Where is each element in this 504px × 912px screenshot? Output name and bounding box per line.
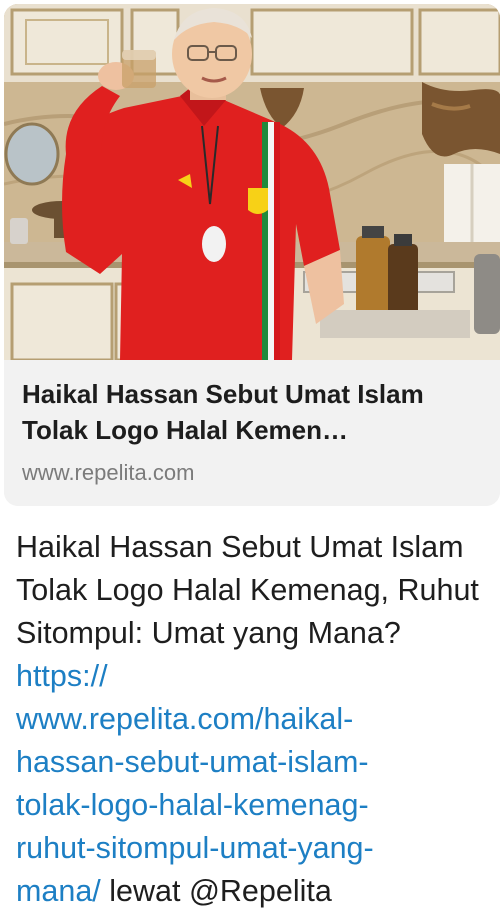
- message-text-after-link: lewat @Repelita: [109, 874, 332, 908]
- message-link-part-6[interactable]: mana/: [16, 874, 101, 908]
- message-link-part-3[interactable]: hassan-sebut-umat-islam-: [16, 745, 369, 779]
- message-link-part-4[interactable]: tolak-logo-halal-kemenag-: [16, 788, 369, 822]
- message-link-part-2[interactable]: www.repelita.com/haikal-: [16, 702, 353, 736]
- link-preview-title[interactable]: Haikal Hassan Sebut Umat Islam Tolak Log…: [22, 376, 492, 448]
- message-link[interactable]: https:// www.repelita.com/haikal-hassan-s…: [16, 659, 374, 908]
- link-preview-image[interactable]: [4, 4, 500, 360]
- message-link-part-1[interactable]: https://: [16, 659, 108, 693]
- message-link-part-5[interactable]: ruhut-sitompul-umat-yang-: [16, 831, 374, 865]
- link-preview-domain: www.repelita.com: [22, 460, 195, 485]
- chat-page: Haikal Hassan Sebut Umat Islam Tolak Log…: [0, 0, 504, 912]
- message-text-before-link: Haikal Hassan Sebut Umat Islam Tolak Log…: [16, 530, 479, 650]
- link-preview-text[interactable]: Haikal Hassan Sebut Umat Islam Tolak Log…: [4, 360, 500, 506]
- message-text: Haikal Hassan Sebut Umat Islam Tolak Log…: [16, 526, 500, 912]
- link-preview-card[interactable]: Haikal Hassan Sebut Umat Islam Tolak Log…: [4, 4, 500, 506]
